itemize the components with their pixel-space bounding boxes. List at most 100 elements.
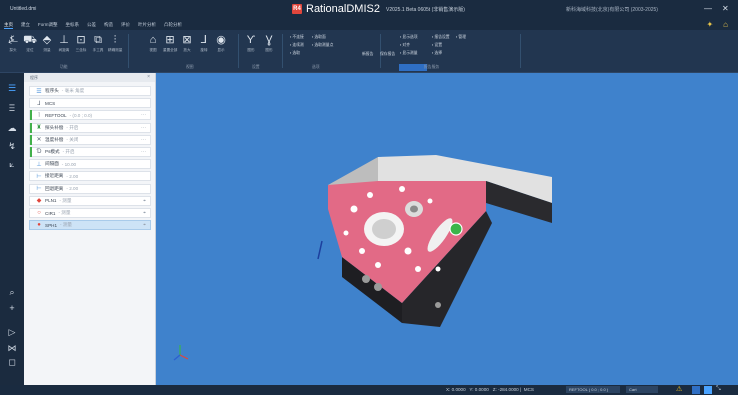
curve-icon[interactable]: ↯ bbox=[6, 141, 18, 152]
program-row[interactable]: Ɗ Ps模式 - 开启 ··· bbox=[29, 147, 151, 157]
tree-icon[interactable]: Ⲷ bbox=[6, 101, 18, 114]
distance-icon: ⊥ bbox=[59, 34, 69, 46]
front-hole-2 bbox=[374, 283, 382, 291]
ribbon-group-label: 选项 bbox=[312, 65, 320, 69]
func-label: 测量 bbox=[43, 48, 51, 52]
row-action-icon[interactable]: ··· bbox=[141, 112, 146, 118]
report-item-3[interactable]: ▪ 报告设置 bbox=[432, 35, 450, 40]
status-bar-indicator bbox=[30, 122, 32, 133]
report-item-4[interactable]: ▪ 设置 bbox=[432, 43, 442, 48]
func-button-1[interactable]: ⛟ 定位 bbox=[23, 34, 37, 53]
status-bar-indicator bbox=[30, 220, 32, 230]
view-button-2[interactable]: ⊠ 放大 bbox=[180, 34, 194, 53]
menu-item-6[interactable]: 评价 bbox=[121, 22, 130, 29]
program-row[interactable]: ✕ 温度补偿 - 关闭 ··· bbox=[29, 134, 151, 145]
settings-button-1[interactable]: Ɣ 图形 bbox=[262, 34, 276, 53]
func-button-3[interactable]: ⊥ 间距离 bbox=[57, 34, 71, 53]
func-label: 探头 bbox=[9, 48, 17, 52]
program-row[interactable]: ◆ PLN1- 测量 ⌖ bbox=[29, 195, 151, 206]
minimize-button[interactable]: — bbox=[704, 4, 712, 13]
menu-item-4[interactable]: 公差 bbox=[87, 22, 96, 29]
report-item-6[interactable]: ▪ 管理 bbox=[456, 35, 466, 40]
option-item-4[interactable]: ▪ 选取测量点 bbox=[312, 43, 333, 48]
bulb-icon[interactable]: ✦ bbox=[706, 20, 713, 29]
play-icon[interactable]: ▷ bbox=[6, 327, 18, 338]
3d-viewport[interactable] bbox=[156, 73, 738, 385]
large-bore-inner bbox=[372, 219, 396, 239]
precise-icon: ⫶ bbox=[113, 34, 117, 46]
chart-icon[interactable]: ⟀ bbox=[6, 159, 18, 170]
option-item-2[interactable]: ▪ 选取 bbox=[290, 51, 300, 56]
resize-grip-icon[interactable]: ⤡ bbox=[716, 386, 724, 394]
stop-icon[interactable]: ◻ bbox=[6, 357, 18, 368]
title-bar: Untitled.dmi R4 RationalDMIS2 V2025.1 Be… bbox=[0, 0, 738, 20]
view-button-1[interactable] bbox=[692, 386, 700, 394]
row-action-icon[interactable]: ··· bbox=[141, 149, 146, 155]
func-button-5[interactable]: ⧉ 手工具 bbox=[91, 34, 105, 53]
settings-button-0[interactable]: Ƴ 图形 bbox=[244, 34, 258, 53]
menu-item-7[interactable]: 叶片分析 bbox=[138, 22, 156, 29]
program-row[interactable]: ☰ 程序头 - 毫米 角度 bbox=[29, 86, 151, 96]
program-row[interactable]: ○ CIR1- 测量 ⌖ bbox=[29, 208, 151, 218]
probe-selector[interactable]: REFTOOL ( 0.0 ; 0.0 ) bbox=[566, 386, 620, 393]
row-action-icon[interactable]: ⌖ bbox=[143, 210, 146, 216]
company-info: 新科海域科技(北京)有限公司 (2003-2025) bbox=[566, 7, 658, 13]
program-row[interactable]: ⊢ 接近距离 - 2.00 bbox=[29, 171, 151, 182]
report-item-2[interactable]: ▪ 显示测量 bbox=[400, 51, 418, 56]
menu-item-0[interactable]: 主页 bbox=[4, 22, 13, 29]
program-list-icon[interactable]: ☰ bbox=[6, 83, 18, 94]
menu-item-8[interactable]: 凸轮分析 bbox=[164, 22, 182, 29]
step-icon[interactable]: ⋈ bbox=[6, 343, 18, 354]
option-item-0[interactable]: ▪ 不连接 bbox=[290, 35, 304, 40]
home-icon[interactable]: ⌂ bbox=[723, 20, 728, 29]
part-model[interactable] bbox=[156, 73, 738, 385]
panel-close-icon[interactable]: × bbox=[147, 74, 150, 80]
row-label: MCS bbox=[45, 100, 56, 106]
close-button[interactable]: ✕ bbox=[722, 4, 729, 13]
measured-sphere-marker[interactable] bbox=[449, 222, 463, 236]
view-button-3[interactable]: ⅃ 旋转 bbox=[197, 34, 211, 53]
menu-item-5[interactable]: 构造 bbox=[104, 22, 113, 29]
ps-mode-icon: Ɗ bbox=[36, 149, 42, 155]
cloud-icon[interactable]: ☁ bbox=[6, 123, 18, 134]
view-button-4[interactable]: ◉ 显示 bbox=[214, 34, 228, 53]
program-row[interactable]: ⊥ 间隔面 - 10.00 bbox=[29, 159, 151, 170]
func-button-0[interactable]: ⍼ 探头 bbox=[6, 34, 20, 53]
hole-2 bbox=[367, 192, 373, 198]
doc-button-0[interactable]: 新报告 bbox=[362, 52, 373, 57]
view-button-2[interactable] bbox=[704, 386, 712, 394]
panel-header: 程序 × bbox=[24, 73, 155, 82]
option-item-1[interactable]: ▪ 连续测 bbox=[290, 43, 304, 48]
view-button-0[interactable]: ⌂ 视图 bbox=[146, 34, 160, 53]
program-row[interactable]: ⊢ 回退距离 - 2.00 bbox=[29, 183, 151, 194]
report-item-1[interactable]: ▪ 对齐 bbox=[400, 43, 410, 48]
program-row[interactable]: ● SPH1- 测量 ⌖ bbox=[29, 220, 151, 231]
add-icon[interactable]: + bbox=[6, 303, 18, 313]
panel-title: 程序 bbox=[30, 75, 38, 80]
view-button-1[interactable]: ⊞ 重置全部 bbox=[163, 34, 177, 53]
row-action-icon[interactable]: ⌖ bbox=[143, 222, 146, 228]
menu-item-2[interactable]: Form调整 bbox=[38, 22, 58, 29]
menu-item-3[interactable]: 坐标系 bbox=[66, 22, 80, 29]
mode-selector[interactable]: Cart bbox=[626, 386, 658, 393]
func-button-2[interactable]: ⬘ 测量 bbox=[40, 34, 54, 53]
doc-button-1[interactable]: 保存报告 bbox=[380, 52, 395, 57]
cmm-icon: ⊡ bbox=[76, 34, 86, 46]
view-label: 重置全部 bbox=[163, 48, 178, 52]
search-icon[interactable]: ⌕ bbox=[6, 287, 18, 298]
status-bar-indicator bbox=[30, 208, 32, 218]
row-action-icon[interactable]: ··· bbox=[141, 137, 146, 143]
func-button-4[interactable]: ⊡ 三坐标 bbox=[74, 34, 88, 53]
row-action-icon[interactable]: ⌖ bbox=[143, 198, 146, 204]
display-options-button[interactable] bbox=[399, 64, 427, 71]
program-row[interactable]: ⊺ REFTOOL - (0.0 ; 0.0) ··· bbox=[29, 110, 151, 121]
report-item-5[interactable]: ▪ 选择 bbox=[432, 51, 442, 56]
report-item-0[interactable]: ▪ 显示选项 bbox=[400, 35, 418, 40]
func-button-6[interactable]: ⫶ 精确测量 bbox=[108, 34, 122, 53]
menu-item-1[interactable]: 建立 bbox=[21, 22, 30, 29]
program-row[interactable]: ⅃ MCS bbox=[29, 98, 151, 109]
warning-icon[interactable]: ⚠ bbox=[676, 385, 682, 393]
option-item-3[interactable]: ▪ 选取面 bbox=[312, 35, 326, 40]
program-row[interactable]: ♜ 探头补偿 - 开启 ··· bbox=[29, 122, 151, 133]
row-action-icon[interactable]: ··· bbox=[141, 125, 146, 131]
